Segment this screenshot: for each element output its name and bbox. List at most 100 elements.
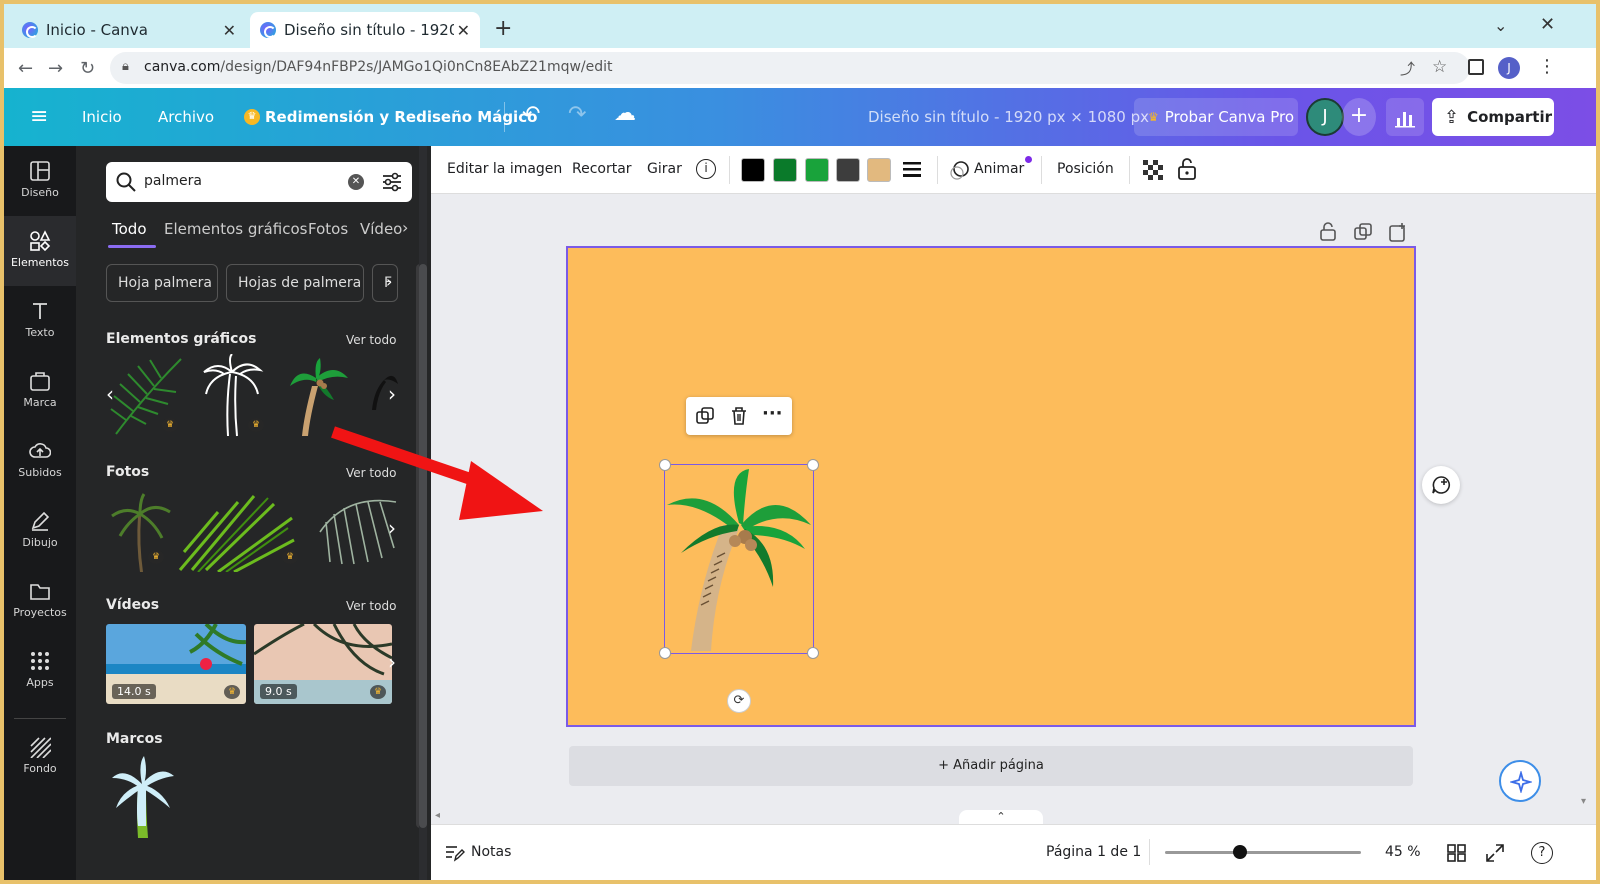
color-swatch-gray[interactable] <box>836 158 860 182</box>
bookmark-star-icon[interactable]: ☆ <box>1432 57 1447 77</box>
crop-button[interactable]: Recortar <box>572 161 632 177</box>
insights-button[interactable] <box>1386 98 1424 136</box>
chevron-down-icon[interactable]: ⌄ <box>1494 16 1507 35</box>
more-menu-icon[interactable]: ⋮ <box>1538 56 1556 77</box>
scroll-down-icon[interactable]: ▾ <box>1581 796 1586 807</box>
selected-palm-element[interactable] <box>659 459 819 659</box>
add-comment-button[interactable] <box>1422 466 1460 504</box>
filter-sliders-icon[interactable] <box>382 172 402 192</box>
cloud-saved-icon[interactable]: ☁ <box>614 101 636 126</box>
resize-handle[interactable] <box>659 647 671 659</box>
redo-icon[interactable]: ↷ <box>568 102 586 127</box>
color-swatch-black[interactable] <box>741 158 765 182</box>
undo-icon[interactable]: ↶ <box>522 102 540 127</box>
add-page-button[interactable]: + Añadir página <box>569 746 1413 786</box>
resize-handle[interactable] <box>659 459 671 471</box>
chip-hojas-de-palmera[interactable]: Hojas de palmera <box>226 264 364 302</box>
menu-inicio[interactable]: Inicio <box>82 108 122 126</box>
side-panel-icon[interactable] <box>1468 59 1484 75</box>
rail-item-diseno[interactable]: Diseño <box>4 146 76 216</box>
carousel-next-icon[interactable]: › <box>388 650 396 674</box>
rail-item-fondo[interactable]: Fondo <box>4 722 76 792</box>
close-tab-icon[interactable]: ✕ <box>457 21 470 40</box>
color-swatch-dark-green[interactable] <box>773 158 797 182</box>
tab-fotos[interactable]: Fotos <box>308 220 348 238</box>
help-icon[interactable]: ? <box>1531 842 1553 864</box>
tab-elementos-graficos[interactable]: Elementos gráficos <box>164 220 307 238</box>
document-title[interactable]: Diseño sin título - 1920 px × 1080 px <box>868 108 1149 126</box>
user-avatar[interactable]: J <box>1306 98 1344 136</box>
see-all-graphics[interactable]: Ver todo <box>346 333 396 347</box>
clear-search-icon[interactable]: ✕ <box>348 174 364 190</box>
add-page-icon[interactable] <box>1389 222 1407 242</box>
try-pro-button[interactable]: ♛ Probar Canva Pro <box>1134 98 1298 136</box>
page-indicator[interactable]: Página 1 de 1 <box>1046 844 1141 860</box>
palm-leaves-photo[interactable] <box>178 492 296 572</box>
reload-icon[interactable]: ↻ <box>80 58 95 79</box>
zoom-level[interactable]: 45 % <box>1385 844 1421 860</box>
sunset-palm-video-thumbnail[interactable]: 9.0 s ♛ <box>254 624 392 704</box>
rail-item-dibujo[interactable]: Dibujo <box>4 496 76 566</box>
see-all-videos[interactable]: Ver todo <box>346 599 396 613</box>
profile-avatar[interactable]: J <box>1498 57 1520 79</box>
beach-video-thumbnail[interactable]: 14.0 s ♛ <box>106 624 246 704</box>
chevron-right-icon[interactable]: › <box>402 218 408 237</box>
magic-assistant-button[interactable] <box>1499 760 1541 802</box>
line-style-icon[interactable] <box>901 160 923 180</box>
rail-item-elementos[interactable]: Elementos <box>4 216 76 286</box>
tab-videos[interactable]: Vídeo <box>360 220 402 238</box>
chip-hoja-palmera[interactable]: Hoja palmera <box>106 264 218 302</box>
forward-icon[interactable]: → <box>48 58 63 79</box>
color-swatch-green[interactable] <box>805 158 829 182</box>
fullscreen-icon[interactable] <box>1485 843 1505 863</box>
info-icon[interactable]: i <box>696 159 716 179</box>
rail-item-texto[interactable]: Texto <box>4 286 76 356</box>
color-swatch-tan[interactable] <box>867 158 891 182</box>
chip-more[interactable]: F <box>372 264 398 302</box>
new-tab-icon[interactable]: + <box>494 16 512 41</box>
duplicate-element-icon[interactable] <box>696 407 714 425</box>
carousel-prev-icon[interactable]: ‹ <box>106 382 114 406</box>
grid-view-icon[interactable] <box>1447 844 1467 862</box>
resize-handle[interactable] <box>807 647 819 659</box>
share-page-icon[interactable]: ⤴ <box>1400 58 1415 79</box>
palm-frame-graphic[interactable] <box>110 756 176 838</box>
tab-design[interactable]: Diseño sin título - 1920 × ✕ <box>250 12 480 48</box>
close-tab-icon[interactable]: ✕ <box>223 21 236 40</box>
duplicate-page-icon[interactable] <box>1354 223 1372 241</box>
back-icon[interactable]: ← <box>18 58 33 79</box>
zoom-slider[interactable] <box>1165 845 1361 859</box>
zoom-slider-knob[interactable] <box>1232 845 1247 859</box>
animate-button[interactable]: Animar <box>974 161 1024 177</box>
rail-item-apps[interactable]: Apps <box>4 636 76 706</box>
unlock-icon[interactable] <box>1177 157 1197 181</box>
more-options-icon[interactable]: ··· <box>762 403 783 424</box>
share-button[interactable]: ⇪ Compartir <box>1432 98 1554 136</box>
lock-page-icon[interactable] <box>1319 222 1337 242</box>
notes-button[interactable]: Notas <box>471 844 511 860</box>
flip-button[interactable]: Girar <box>647 161 682 177</box>
rail-item-marca[interactable]: Marca <box>4 356 76 426</box>
tab-todo[interactable]: Todo <box>112 220 147 238</box>
panel-scroll-thumb[interactable] <box>419 264 427 828</box>
chevron-right-icon[interactable]: › <box>386 272 392 291</box>
transparency-icon[interactable] <box>1143 160 1163 180</box>
add-collaborator-button[interactable]: + <box>1342 98 1376 136</box>
rotate-handle-icon[interactable]: ⟳ <box>727 689 751 713</box>
close-window-icon[interactable]: ✕ <box>1540 14 1555 35</box>
tab-inicio[interactable]: Inicio - Canva ✕ <box>12 12 246 48</box>
design-page[interactable]: ··· ⟳ <box>566 246 1416 727</box>
rail-item-subidos[interactable]: Subidos <box>4 426 76 496</box>
menu-archivo[interactable]: Archivo <box>158 108 214 126</box>
carousel-next-icon[interactable]: › <box>388 382 396 406</box>
hamburger-menu-icon[interactable]: ≡ <box>30 104 48 129</box>
trash-icon[interactable] <box>730 406 748 426</box>
search-input[interactable]: palmera <box>144 173 202 189</box>
palm-tree-photo[interactable] <box>106 492 174 572</box>
magic-resize-button[interactable]: Redimensión y Rediseño Mágico <box>265 108 537 126</box>
scroll-left-icon[interactable]: ◂ <box>435 810 440 821</box>
edit-image-button[interactable]: Editar la imagen <box>447 161 562 177</box>
resize-handle[interactable] <box>807 459 819 471</box>
position-button[interactable]: Posición <box>1057 161 1114 177</box>
search-box[interactable]: palmera ✕ <box>106 162 412 202</box>
